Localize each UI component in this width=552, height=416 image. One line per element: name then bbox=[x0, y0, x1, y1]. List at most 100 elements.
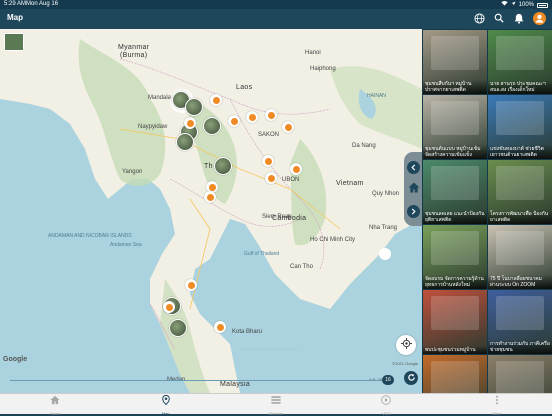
photo-marker[interactable] bbox=[169, 319, 187, 337]
chevron-left-icon bbox=[410, 158, 417, 176]
map-marker[interactable] bbox=[185, 279, 197, 291]
search-icon[interactable] bbox=[492, 11, 506, 25]
map-label-can-tho: Can Tho bbox=[290, 264, 313, 270]
map-label-hainan: HAINAN bbox=[367, 93, 386, 99]
map-marker[interactable] bbox=[265, 109, 277, 121]
feed-tile[interactable] bbox=[488, 355, 552, 393]
marker-dot bbox=[230, 117, 238, 125]
feed-tile[interactable]: ชุมชนลดเลย แนะนำป้องกัน ยุติยาเสพติด bbox=[423, 160, 487, 224]
feed-caption: ชุมชนต้นแบบ หมู่บ้านเข้ม จัดสร้างความเข้… bbox=[423, 145, 487, 159]
map-label-haiphong: Haiphong bbox=[310, 66, 336, 72]
satellite-toggle-thumbnail[interactable] bbox=[4, 33, 24, 51]
photo-marker[interactable] bbox=[185, 98, 203, 116]
map-marker[interactable] bbox=[163, 301, 175, 313]
tab-map[interactable]: Map bbox=[110, 394, 220, 416]
feed-caption: 75 ปี โนบาลลือยชนาคม ผ่านระบบ On ZOOM bbox=[488, 275, 552, 289]
feed-caption: นาย สานรถ ประชุมคณะฯ สนอ.สง เรื่องเด็กให… bbox=[488, 80, 552, 94]
feed-photo bbox=[431, 231, 479, 265]
marker-dot bbox=[212, 96, 220, 104]
previous-button[interactable] bbox=[407, 158, 420, 176]
feed-caption: ชุมชนลดเลย แนะนำป้องกัน ยุติยาเสพติด bbox=[423, 210, 487, 224]
feed-photo bbox=[496, 296, 544, 330]
feed-photo bbox=[431, 101, 479, 135]
photo-marker[interactable] bbox=[214, 157, 232, 175]
map-label-kota-bharu: Kota Bharu bbox=[232, 329, 263, 335]
map-label-burma: (Burma) bbox=[120, 52, 148, 59]
home-icon bbox=[408, 180, 420, 198]
map-label-hanoi: Hanoi bbox=[305, 50, 321, 56]
map-label-thailand: Th bbox=[204, 163, 213, 170]
feed-caption: จัดอบรม จัดการความรู้ด้าน ยุทธการบ้านหลั… bbox=[423, 275, 487, 289]
map-marker[interactable] bbox=[246, 111, 258, 123]
photo-feed-grid: ชุมชนสืบกันฯ หมู่บ้าน ปราศจากยาเสพติด นาย… bbox=[422, 29, 552, 393]
feed-tile[interactable]: ชุมชนสืบกันฯ หมู่บ้าน ปราศจากยาเสพติด bbox=[423, 30, 487, 94]
map-marker[interactable] bbox=[184, 117, 196, 129]
map-marker[interactable] bbox=[210, 94, 222, 106]
home-icon bbox=[50, 392, 60, 410]
map-label-sakon: SAKON bbox=[258, 132, 280, 138]
google-logo: Google bbox=[3, 356, 28, 363]
marker-dot bbox=[284, 123, 292, 131]
tab-home[interactable]: Home bbox=[0, 392, 110, 416]
feed-tile[interactable]: แข่งขันทองบาต์ ช่วยชีวิต เยาวชนต้านยาเสพ… bbox=[488, 95, 552, 159]
map-label-andaman-islands: ANDAMAN AND NICOBAR ISLANDS bbox=[48, 233, 132, 239]
next-button[interactable] bbox=[407, 204, 420, 218]
map-marker[interactable] bbox=[204, 191, 216, 203]
photo-marker[interactable] bbox=[176, 133, 194, 151]
feed-tile[interactable]: 75 ปี โนบาลลือยชนาคม ผ่านระบบ On ZOOM bbox=[488, 225, 552, 289]
feed-tile[interactable]: โครงการพัฒนาเพื่อ ป้องกันยาเสพติด bbox=[488, 160, 552, 224]
photo-marker[interactable] bbox=[203, 117, 221, 135]
home-map-button[interactable] bbox=[407, 180, 420, 198]
marker-dot bbox=[264, 157, 272, 165]
my-location-button[interactable] bbox=[396, 335, 416, 355]
feed-photo bbox=[496, 101, 544, 135]
marker-dot bbox=[165, 303, 173, 311]
marker-dot bbox=[216, 323, 224, 331]
map-label-gulf-thailand: Gulf of Thailand bbox=[244, 251, 280, 257]
battery-icon bbox=[537, 3, 548, 8]
map-marker[interactable] bbox=[282, 121, 294, 133]
map-marker[interactable] bbox=[290, 163, 302, 175]
photo-feed: ชุมชนสืบกันฯ หมู่บ้าน ปราศจากยาเสพติด นาย… bbox=[422, 29, 552, 393]
refresh-button[interactable] bbox=[404, 371, 418, 385]
feed-tile[interactable]: การทำงานร่วมกับ ภาคีเครือข่ายชุมชน bbox=[488, 290, 552, 354]
feed-photo bbox=[431, 36, 479, 70]
globe-icon[interactable] bbox=[472, 11, 486, 25]
status-time: 5:29 AM bbox=[4, 1, 27, 7]
zoom-level-badge: 16 bbox=[382, 375, 394, 385]
map-marker[interactable] bbox=[228, 115, 240, 127]
marker-dot bbox=[267, 111, 275, 119]
map-marker[interactable] bbox=[265, 172, 277, 184]
feed-photo bbox=[496, 361, 544, 393]
map-marker[interactable] bbox=[262, 155, 274, 167]
map-label-quy-nhon: Quy Nhon bbox=[372, 191, 400, 197]
map-marker[interactable] bbox=[214, 321, 226, 333]
feed-tile[interactable]: จัดอบรม จัดการความรู้ด้าน ยุทธการบ้านหลั… bbox=[423, 225, 487, 289]
more-icon bbox=[492, 392, 502, 410]
map-view[interactable]: Myanmar (Burma) Laos Hanoi Haiphong HAIN… bbox=[0, 29, 422, 393]
feed-photo bbox=[496, 231, 544, 265]
map-label-ubon: UBON bbox=[282, 177, 300, 183]
tab-other[interactable]: Other bbox=[442, 392, 552, 416]
play-icon bbox=[381, 392, 392, 410]
feed-photo bbox=[431, 166, 479, 200]
map-label-andaman-sea: Andaman Sea bbox=[110, 242, 142, 248]
feed-caption: การทำงานร่วมกับ ภาคีเครือข่ายชุมชน bbox=[488, 340, 552, 354]
feed-photo bbox=[496, 36, 544, 70]
feed-tile[interactable]: นาย สานรถ ประชุมคณะฯ สนอ.สง เรื่องเด็กให… bbox=[488, 30, 552, 94]
tab-member[interactable]: Member bbox=[221, 394, 331, 416]
map-label-laos: Laos bbox=[236, 84, 253, 91]
page-title: Map bbox=[7, 13, 23, 22]
bell-icon[interactable] bbox=[512, 11, 526, 25]
feed-tile[interactable] bbox=[423, 355, 487, 393]
feed-photo bbox=[431, 296, 479, 330]
marker-dot bbox=[206, 193, 214, 201]
time-slider[interactable] bbox=[10, 380, 382, 381]
user-avatar-icon[interactable] bbox=[532, 11, 546, 25]
map-side-controls bbox=[404, 152, 423, 226]
tab-vdo[interactable]: VDO bbox=[331, 392, 441, 416]
feed-tile[interactable]: ชุมชนต้นแบบ หมู่บ้านเข้ม จัดสร้างความเข้… bbox=[423, 95, 487, 159]
map-label-nha-trang: Nha Trang bbox=[369, 225, 398, 231]
feed-tile[interactable]: พบปะชุมชนร่วมหมู่บ้าน bbox=[423, 290, 487, 354]
marker-dot bbox=[248, 113, 256, 121]
